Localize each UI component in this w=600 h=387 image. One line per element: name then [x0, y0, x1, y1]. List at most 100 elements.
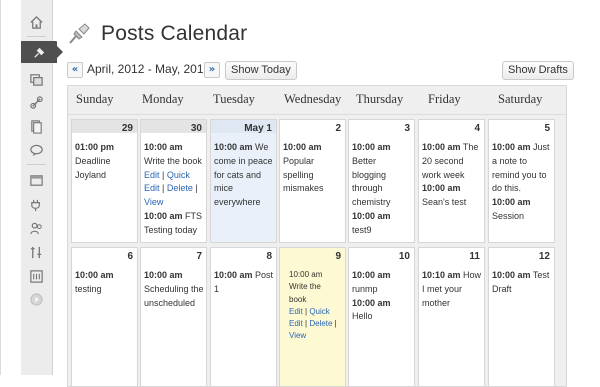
quick-edit-link[interactable]: Edit: [289, 319, 303, 328]
post-title[interactable]: testing: [75, 284, 102, 294]
day-number: 30: [190, 123, 202, 134]
links-icon[interactable]: [25, 92, 47, 112]
post-title[interactable]: Write the book: [144, 156, 202, 166]
calendar-day-cell-today[interactable]: May 1 10:00 am We come in peace for cats…: [210, 119, 277, 243]
day-number: 3: [404, 123, 410, 134]
calendar-day-cell[interactable]: 30 10:00 am Write the book Edit | Quick …: [140, 119, 207, 243]
post-title[interactable]: Scheduling the unscheduled: [144, 284, 204, 308]
calendar-day-cell[interactable]: 3 10:00 am Better blogging through chemi…: [348, 119, 415, 243]
admin-sidebar: [21, 0, 63, 375]
post-time: 10:10 am: [422, 270, 461, 280]
post-title[interactable]: Popular spelling mismakes: [283, 156, 324, 194]
day-number: 29: [121, 123, 133, 134]
day-number: 9: [335, 251, 341, 262]
day-number: 6: [127, 251, 133, 262]
post-title[interactable]: Sean's test: [422, 197, 466, 207]
calendar-day-cell[interactable]: 5 10:00 am Just a note to remind you to …: [488, 119, 555, 243]
post-title[interactable]: Hello: [352, 311, 373, 321]
day-header-sunday: Sunday: [76, 92, 114, 106]
post-time: 10:00 am: [352, 297, 391, 308]
users-icon[interactable]: [25, 218, 47, 238]
view-link[interactable]: View: [144, 197, 163, 207]
post-title[interactable]: runmp: [352, 284, 378, 294]
calendar-day-cell[interactable]: 7 10:00 am Scheduling the unscheduled: [140, 247, 207, 387]
post-time: 10:00 am: [144, 142, 183, 152]
post-time: 10:00 am: [214, 142, 253, 152]
plugins-icon[interactable]: [25, 194, 47, 214]
sidebar-separator: [27, 36, 46, 37]
view-link[interactable]: View: [289, 331, 306, 340]
post-title[interactable]: Session: [492, 211, 524, 221]
prev-month-button[interactable]: «: [67, 62, 83, 78]
show-drafts-button[interactable]: Show Drafts: [502, 61, 574, 80]
post-title[interactable]: Testing today: [144, 225, 197, 235]
sidebar-separator: [27, 164, 46, 165]
app-window: Posts Calendar « April, 2012 - May, 2012…: [0, 0, 600, 387]
day-number: May 1: [244, 123, 272, 134]
day-header-friday: Friday: [428, 92, 461, 106]
delete-link[interactable]: Delete: [167, 183, 193, 193]
collapse-icon[interactable]: [25, 289, 47, 309]
show-today-button[interactable]: Show Today: [225, 61, 297, 80]
day-header-monday: Monday: [142, 92, 184, 106]
post-time: 10:00 am: [492, 142, 531, 152]
pushpin-icon: [67, 20, 93, 46]
post-time: 10:00 am: [144, 270, 183, 280]
day-header-wednesday: Wednesday: [284, 92, 342, 106]
day-number: 4: [474, 123, 480, 134]
day-header-thursday: Thursday: [356, 92, 404, 106]
calendar-day-cell[interactable]: 6 10:00 am testing: [71, 247, 138, 387]
calendar-day-cell[interactable]: 4 10:00 am The 20 second work week 10:00…: [418, 119, 485, 243]
post-time: 10:00 am: [352, 210, 391, 221]
calendar-day-cell[interactable]: 8 10:00 am Post 1: [210, 247, 277, 387]
quick-edit-link[interactable]: Quick: [167, 170, 190, 180]
comments-icon[interactable]: [25, 140, 47, 160]
edit-link[interactable]: Edit: [289, 307, 303, 316]
edit-link[interactable]: Edit: [144, 170, 160, 180]
page-title: Posts Calendar: [101, 22, 248, 45]
post-time: 10:00 am: [492, 197, 531, 208]
post-title[interactable]: test9: [352, 225, 372, 235]
post-title[interactable]: Joyland: [75, 170, 106, 180]
post-time: 10:00 am: [422, 183, 461, 194]
post-title[interactable]: FTS: [185, 211, 202, 221]
header-divider: [68, 114, 566, 115]
day-number: 12: [538, 251, 550, 262]
calendar-day-cell[interactable]: 10 10:00 am runmp 10:00 am Hello: [348, 247, 415, 387]
post-title[interactable]: Better blogging through chemistry: [352, 156, 391, 207]
post-time: 10:00 am: [352, 142, 391, 152]
settings-icon[interactable]: [25, 266, 47, 286]
dashboard-icon[interactable]: [25, 12, 47, 32]
posts-icon[interactable]: [28, 42, 50, 62]
appearance-icon[interactable]: [25, 170, 47, 190]
day-number: 11: [469, 251, 480, 262]
quick-edit-link[interactable]: Quick: [309, 307, 329, 316]
post-title[interactable]: Write the: [289, 282, 321, 291]
delete-link[interactable]: Delete: [309, 319, 332, 328]
tools-icon[interactable]: [25, 242, 47, 262]
calendar-day-cell-highlighted[interactable]: 9 10:00 am Write the book Edit | Quick E…: [279, 247, 346, 387]
day-header-saturday: Saturday: [498, 92, 543, 106]
post-title[interactable]: book: [289, 295, 306, 304]
post-time: 10:00 am: [283, 142, 322, 152]
media-icon[interactable]: [25, 69, 47, 89]
next-month-button[interactable]: »: [204, 62, 220, 78]
calendar-grid: Sunday Monday Tuesday Wednesday Thursday…: [67, 85, 567, 387]
post-time: 10:00 am: [75, 270, 114, 280]
post-time: 10:00 am: [422, 142, 461, 152]
pages-icon[interactable]: [25, 116, 47, 136]
day-header-tuesday: Tuesday: [213, 92, 255, 106]
day-number: 7: [196, 251, 202, 262]
post-time: 10:00 am: [144, 210, 183, 221]
post-time: 10:00 am: [289, 270, 323, 279]
calendar-day-cell[interactable]: 2 10:00 am Popular spelling mismakes: [279, 119, 346, 243]
calendar-day-cell[interactable]: 11 10:10 am How I met your mother: [418, 247, 485, 387]
calendar-day-cell[interactable]: 12 10:00 am Test Draft: [488, 247, 555, 387]
post-title[interactable]: Deadline: [75, 156, 111, 166]
day-number: 5: [544, 123, 550, 134]
date-range-label: April, 2012 - May, 2012: [87, 62, 211, 76]
quick-edit-link[interactable]: Edit: [144, 183, 160, 193]
post-time: 10:00 am: [214, 270, 253, 280]
calendar-day-cell[interactable]: 29 01:00 pm Deadline Joyland: [71, 119, 138, 243]
post-time: 10:00 am: [492, 270, 531, 280]
